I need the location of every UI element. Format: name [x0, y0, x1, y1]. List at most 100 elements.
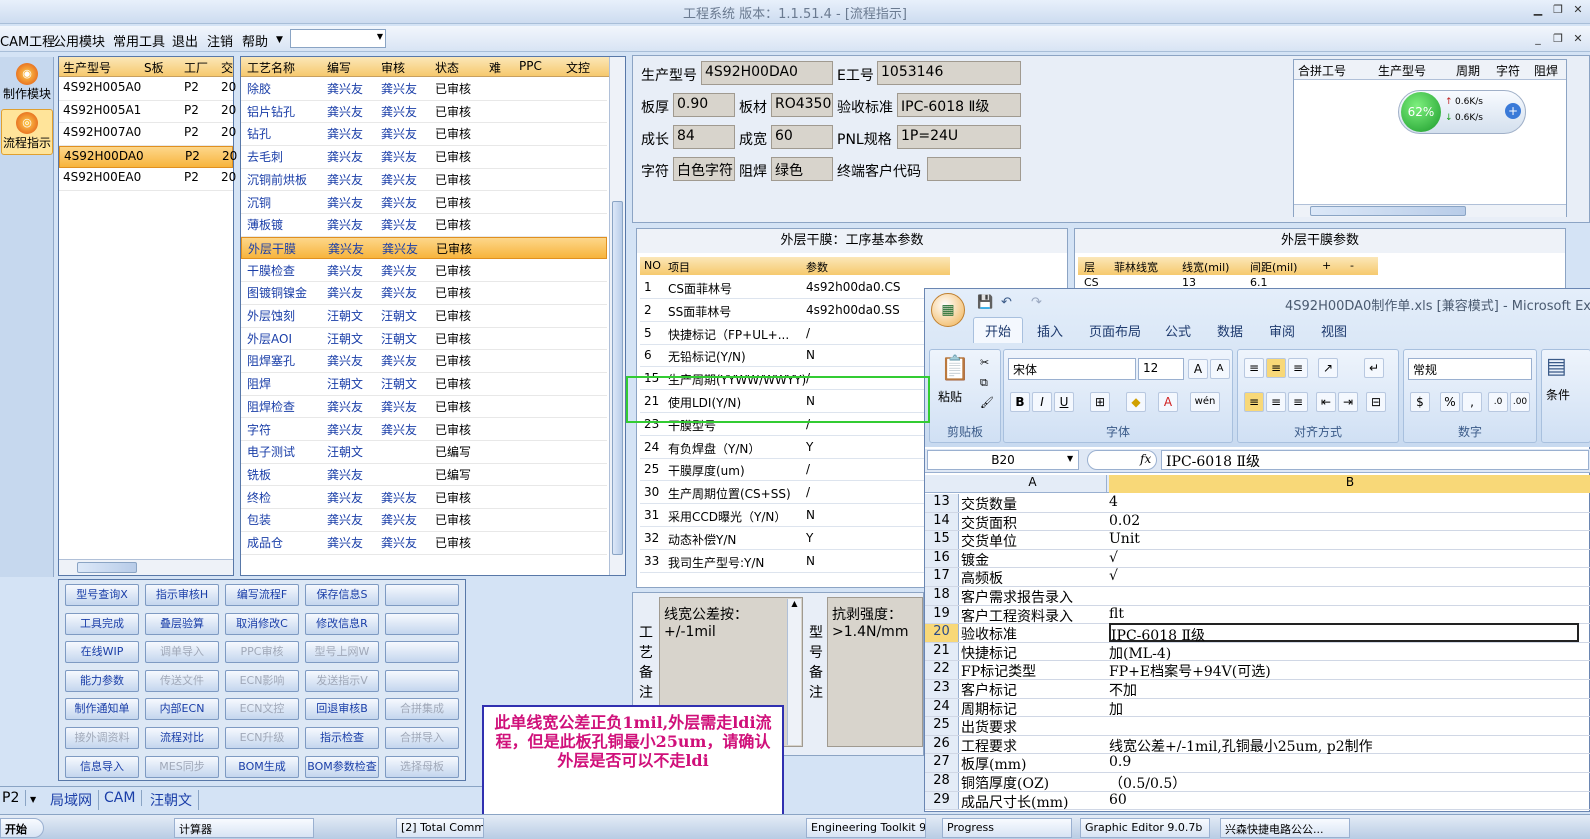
process-row[interactable]: 铝片钻孔 龚兴友 龚兴友 已审核: [241, 101, 607, 124]
row-number[interactable]: 23: [925, 680, 959, 698]
cell-a[interactable]: 交货单位: [961, 531, 1107, 551]
font-size-select[interactable]: 12: [1138, 358, 1184, 380]
process-row[interactable]: 外层干膜 龚兴友 龚兴友 已审核: [241, 236, 607, 260]
col-status[interactable]: 状态: [435, 59, 459, 76]
align-bottom-icon[interactable]: ≡: [1288, 358, 1308, 378]
cell-b[interactable]: 加(ML-4): [1109, 643, 1171, 663]
sheet-row[interactable]: 24 周期标记加: [925, 698, 1590, 719]
chevron-down-icon[interactable]: ▼: [1067, 454, 1073, 463]
action-button[interactable]: 型号上网W: [305, 641, 379, 664]
col-factory[interactable]: 工厂: [184, 59, 208, 76]
action-button[interactable]: ECN升级: [225, 727, 299, 749]
model-remark-field[interactable]: 抗剥强度：>1.4N/mm: [827, 597, 923, 747]
grow-font-icon[interactable]: A: [1188, 359, 1208, 379]
nav-make-module[interactable]: ◉ 制作模块: [1, 61, 53, 107]
action-button[interactable]: 取消修改C: [225, 612, 299, 635]
sheet-row[interactable]: 26 工程要求 线宽公差+/-1mil,孔铜最小25um, p2制作: [925, 735, 1590, 756]
action-button[interactable]: 回退审核B: [305, 698, 379, 721]
action-button[interactable]: 能力参数: [65, 669, 139, 692]
process-row[interactable]: 外层AOI 汪朝文 汪朝文 已审核: [241, 328, 607, 351]
task-calculator[interactable]: 计算器: [174, 818, 314, 838]
percent-icon[interactable]: %: [1440, 392, 1460, 412]
formula-input[interactable]: IPC-6018 Ⅱ级: [1161, 450, 1589, 470]
action-button[interactable]: 修改信息R: [305, 612, 379, 635]
number-format-select[interactable]: 常规: [1408, 358, 1532, 380]
font-color-icon[interactable]: A: [1158, 392, 1178, 412]
cell-b[interactable]: 0.02: [1109, 513, 1140, 529]
merge-hscrollbar[interactable]: [1294, 204, 1566, 217]
scroll-thumb[interactable]: [77, 562, 137, 573]
cell-a[interactable]: 铜箔厚度(OZ): [961, 773, 1107, 793]
process-row[interactable]: 薄板镀 龚兴友 龚兴友 已审核: [241, 214, 607, 237]
sheet-row[interactable]: 15 交货单位 Unit: [925, 531, 1590, 550]
process-row[interactable]: 外层蚀刻 汪朝文 汪朝文 已审核: [241, 305, 607, 328]
col-difficulty[interactable]: 难: [489, 59, 501, 76]
process-row[interactable]: 沉铜前烘板 龚兴友 龚兴友 已审核: [241, 169, 607, 192]
material-field[interactable]: RO4350B: [771, 93, 833, 117]
action-button[interactable]: 制作通知单: [65, 698, 139, 721]
cell-a[interactable]: 客户标记: [961, 680, 1107, 700]
action-button[interactable]: 合拼集成: [385, 698, 459, 721]
cell-b[interactable]: 60: [1109, 792, 1127, 808]
menu-combo[interactable]: ▼: [290, 29, 386, 48]
cell-a[interactable]: 出货要求: [961, 717, 1107, 737]
conditional-format-label[interactable]: 条件: [1546, 386, 1570, 403]
col-b[interactable]: B: [1109, 475, 1590, 493]
cell-a[interactable]: 客户工程资料录入: [961, 606, 1107, 626]
col-delivery[interactable]: 交: [221, 59, 233, 76]
row-number[interactable]: 14: [925, 512, 959, 531]
col-merge-cycle[interactable]: 周期: [1456, 62, 1480, 79]
menu-more-icon[interactable]: ▼: [276, 35, 283, 45]
process-row[interactable]: 沉铜 龚兴友 龚兴友 已审核: [241, 192, 607, 215]
sheet-row[interactable]: 18 客户需求报告录入: [925, 587, 1590, 606]
row-number[interactable]: 13: [925, 494, 959, 512]
sheet-row[interactable]: 19 客户工程资料录入 flt: [925, 605, 1590, 626]
bold-icon[interactable]: B: [1010, 392, 1030, 412]
model-row[interactable]: 4S92H007A0 P2 20: [59, 123, 236, 146]
net-speed-widget[interactable]: 62% ↑ 0.6K/s ↓ 0.6K/s +: [1398, 90, 1526, 134]
mdi-close-icon[interactable]: ✕: [1570, 32, 1586, 48]
col-plus[interactable]: +: [1322, 259, 1331, 272]
action-button[interactable]: 指示检查: [305, 727, 379, 749]
align-center-icon[interactable]: ≡: [1266, 392, 1286, 412]
tab-view[interactable]: 视图: [1321, 321, 1347, 340]
tab-formulas[interactable]: 公式: [1165, 321, 1191, 340]
paste-label[interactable]: 粘贴: [938, 388, 962, 405]
width-field[interactable]: 60: [771, 125, 833, 149]
cell-a[interactable]: 交货数量: [961, 494, 1107, 514]
col-merge-no[interactable]: 合拼工号: [1298, 62, 1346, 79]
nav-flow-indicator[interactable]: ◎ 流程指示: [1, 109, 53, 155]
cell-a[interactable]: FP标记类型: [961, 661, 1107, 681]
action-button[interactable]: 发送指示V: [305, 669, 379, 692]
sheet-row[interactable]: 27 板厚(mm) 0.9: [925, 754, 1590, 773]
model-row[interactable]: 4S92H005A0 P2 20: [59, 78, 236, 101]
action-button[interactable]: 合拼导入: [385, 727, 459, 749]
model-field[interactable]: 4S92H00DA0: [701, 61, 833, 85]
cell-b[interactable]: 4: [1109, 494, 1118, 510]
cell-b[interactable]: 线宽公差+/-1mil,孔铜最小25um, p2制作: [1109, 736, 1373, 756]
row-number[interactable]: 17: [925, 568, 959, 586]
process-row[interactable]: 字符 龚兴友 龚兴友 已审核: [241, 419, 607, 442]
action-button[interactable]: ECN文控: [225, 698, 299, 721]
process-row[interactable]: 铣板 龚兴友 已编写: [241, 464, 607, 487]
tab-page-layout[interactable]: 页面布局: [1089, 321, 1141, 340]
row-number[interactable]: 26: [925, 735, 959, 754]
row-number[interactable]: 25: [925, 717, 959, 735]
process-row[interactable]: 阻焊塞孔 龚兴友 龚兴友 已审核: [241, 350, 607, 373]
fill-color-icon[interactable]: ◆: [1126, 392, 1146, 412]
action-button[interactable]: 型号查询X: [65, 584, 139, 606]
cell-a[interactable]: 周期标记: [961, 699, 1107, 719]
save-icon[interactable]: 💾: [977, 295, 993, 310]
mdi-minimize-icon[interactable]: _: [1530, 32, 1546, 48]
format-painter-icon[interactable]: 🖌: [980, 396, 994, 409]
cell-b[interactable]: IPC-6018 Ⅱ级: [1109, 623, 1579, 644]
wrap-text-icon[interactable]: ↵: [1364, 358, 1384, 378]
scroll-thumb[interactable]: [612, 201, 623, 555]
menu-common[interactable]: 公用模块: [53, 31, 105, 50]
process-row[interactable]: 图镀铜镍金 龚兴友 龚兴友 已审核: [241, 282, 607, 305]
process-row[interactable]: 钻孔 龚兴友 龚兴友 已审核: [241, 123, 607, 146]
col-merge-char[interactable]: 字符: [1496, 62, 1520, 79]
phonetic-icon[interactable]: wén: [1190, 392, 1220, 412]
action-button[interactable]: 编写流程F: [225, 584, 299, 606]
model-row[interactable]: 4S92H00DA0 P2 20: [59, 145, 237, 169]
